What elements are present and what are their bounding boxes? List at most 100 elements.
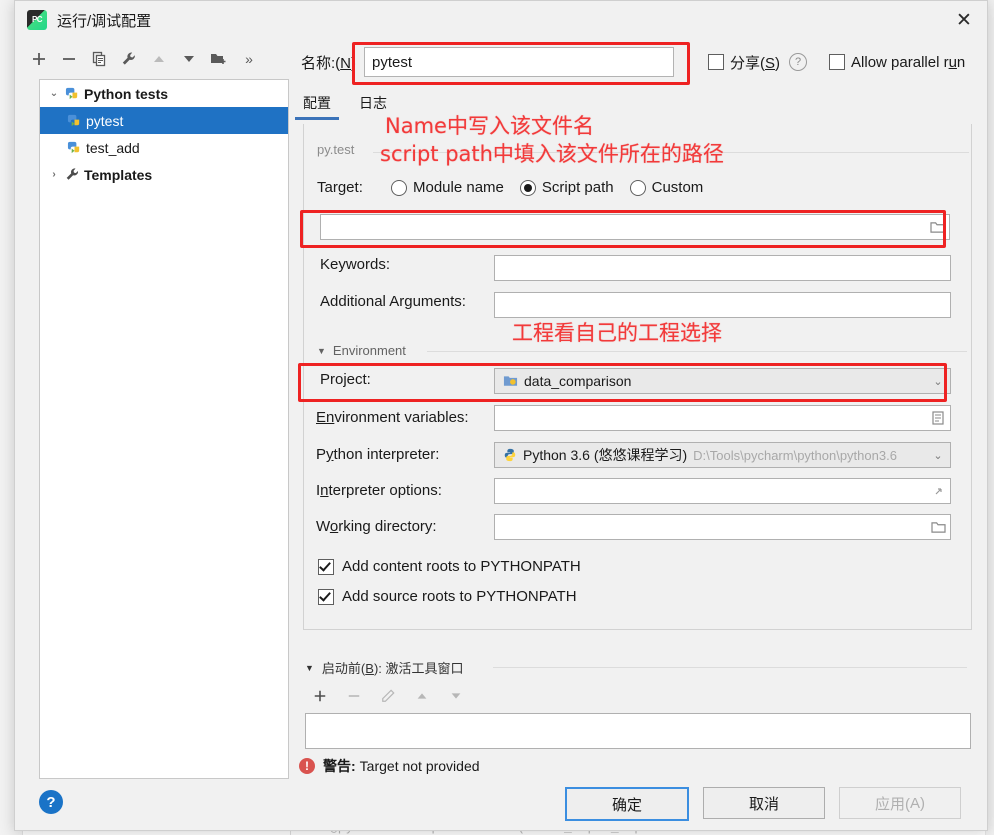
configurations-tree[interactable]: ⌄ Python tests pytest test_add › Templat… [39, 79, 289, 779]
environment-section-header[interactable]: ▼ Environment [317, 343, 406, 358]
add-content-roots-label: Add content roots to PYTHONPATH [342, 558, 581, 575]
python-interpreter-path-hint: D:\Tools\pycharm\python\python3.6 [693, 447, 897, 463]
python-interpreter-dropdown[interactable]: Python 3.6 (悠悠课程学习) D:\Tools\pycharm\pyt… [494, 442, 951, 468]
keywords-row: Keywords: [320, 256, 390, 273]
apply-button[interactable]: 应用(A) [839, 787, 961, 819]
help-icon[interactable]: ? [789, 53, 808, 71]
screen: @pytest.mark.parametrize("test_input_exp… [0, 0, 994, 835]
additional-arguments-input[interactable] [494, 292, 951, 318]
folder-icon[interactable] [929, 518, 947, 536]
tab-logs[interactable]: 日志 [359, 93, 387, 120]
before-launch-add-button[interactable] [308, 685, 332, 707]
interpreter-options-input[interactable] [494, 478, 951, 504]
expand-icon[interactable] [929, 482, 947, 500]
before-launch-header[interactable]: ▼ 启动前(B): 激活工具窗口 [305, 658, 464, 677]
before-launch-remove-button[interactable] [342, 685, 366, 707]
python-icon [503, 448, 517, 462]
python-interpreter-row: Python interpreter: [316, 446, 439, 463]
keywords-input[interactable] [494, 255, 951, 281]
add-source-roots-checkbox[interactable]: Add source roots to PYTHONPATH [318, 588, 577, 605]
before-launch-list[interactable] [305, 713, 971, 749]
add-configuration-button[interactable] [25, 46, 53, 72]
chevron-right-icon[interactable]: › [46, 169, 62, 180]
chevron-down-icon[interactable]: ⌄ [929, 372, 947, 390]
chevron-down-icon[interactable]: ⌄ [929, 446, 947, 464]
allow-parallel-run-label: Allow parallel run [851, 53, 966, 71]
chevron-down-icon[interactable]: ▼ [317, 346, 326, 356]
tree-node-python-tests[interactable]: ⌄ Python tests [40, 80, 288, 107]
add-source-roots-checkbox-box[interactable] [318, 588, 334, 605]
remove-configuration-button[interactable] [55, 46, 83, 72]
allow-parallel-run-checkbox-box[interactable] [829, 54, 846, 70]
radio-module-name[interactable] [391, 179, 407, 196]
configurations-toolbar: » [25, 43, 287, 75]
tree-node-label: test_add [86, 139, 140, 156]
project-value: data_comparison [524, 373, 632, 389]
radio-script-path[interactable] [519, 179, 536, 196]
help-button[interactable]: ? [39, 790, 63, 814]
target-label: Target: [317, 179, 363, 196]
warning-text: Target not provided [359, 758, 480, 774]
pycharm-icon: PC [27, 10, 47, 30]
dialog-button-bar: 确定 取消 应用(A) [565, 787, 961, 821]
dialog-title: 运行/调试配置 [57, 12, 152, 30]
environment-label: Environment [332, 343, 406, 358]
before-launch-divider [493, 667, 967, 668]
tab-configuration[interactable]: 配置 [295, 93, 339, 120]
cancel-button[interactable]: 取消 [703, 787, 825, 819]
project-dropdown[interactable]: data_comparison ⌄ [494, 368, 951, 394]
config-tabs: 配置 日志 [295, 93, 387, 120]
share-checkbox[interactable]: 分享(S) [708, 52, 780, 73]
tree-node-label: Templates [84, 166, 153, 183]
before-launch-move-down-arrow-icon[interactable] [444, 685, 468, 707]
chevron-down-icon[interactable]: ⌄ [46, 88, 62, 99]
additional-arguments-label: Additional Arguments: [320, 293, 466, 310]
target-row: Target: Module name Script path Custom [317, 179, 703, 196]
target-radio-label: Custom [651, 179, 704, 196]
more-options-button[interactable]: » [235, 46, 263, 72]
new-folder-icon[interactable] [205, 46, 233, 72]
before-launch-label: 启动前(B): 激活工具窗口 [321, 661, 464, 676]
before-launch-move-up-arrow-icon[interactable] [410, 685, 434, 707]
close-icon[interactable]: ✕ [941, 1, 987, 39]
project-row: Project: [320, 371, 371, 388]
name-label: 名称:(N) [301, 54, 357, 72]
additional-arguments-row: Additional Arguments: [320, 293, 466, 310]
target-radio-label: Module name [413, 179, 504, 196]
working-directory-input[interactable] [494, 514, 951, 540]
share-checkbox-box[interactable] [708, 54, 725, 70]
add-source-roots-label: Add source roots to PYTHONPATH [342, 588, 577, 605]
edit-templates-wrench-icon[interactable] [115, 46, 143, 72]
add-content-roots-checkbox-box[interactable] [318, 558, 334, 575]
add-content-roots-checkbox[interactable]: Add content roots to PYTHONPATH [318, 558, 581, 575]
tree-node-label: Python tests [84, 85, 169, 102]
allow-parallel-run-checkbox[interactable]: Allow parallel run [829, 54, 965, 71]
before-launch-edit-pencil-icon[interactable] [376, 685, 400, 707]
annotation-script-path: script path中填入该文件所在的路径 [380, 142, 724, 166]
list-edit-icon[interactable] [929, 409, 947, 427]
target-radio-custom[interactable]: Custom [629, 179, 704, 196]
working-directory-label: Working directory: [316, 518, 437, 535]
target-radio-script-path[interactable]: Script path [519, 179, 614, 196]
pytest-icon [64, 140, 84, 155]
target-radio-label: Script path [541, 179, 614, 196]
copy-configuration-button[interactable] [85, 46, 113, 72]
move-up-arrow-icon[interactable] [145, 46, 173, 72]
share-checkbox-label: 分享(S) [730, 54, 781, 72]
dialog-titlebar: PC 运行/调试配置 ✕ [15, 1, 987, 39]
folder-icon[interactable] [928, 218, 946, 236]
move-down-arrow-icon[interactable] [175, 46, 203, 72]
target-radio-module-name[interactable]: Module name [391, 179, 504, 196]
tree-node-templates[interactable]: › Templates [40, 161, 288, 188]
radio-custom[interactable] [629, 179, 646, 196]
project-icon [503, 374, 518, 388]
name-input[interactable] [364, 47, 675, 77]
tree-node-pytest[interactable]: pytest [40, 107, 288, 134]
environment-variables-input[interactable] [494, 405, 951, 431]
name-input-wrap [364, 47, 675, 77]
chevron-down-icon[interactable]: ▼ [305, 663, 314, 673]
ok-button[interactable]: 确定 [565, 787, 689, 821]
status-warning: ! 警告: Target not provided [299, 756, 480, 776]
target-path-input[interactable] [320, 214, 950, 240]
tree-node-test-add[interactable]: test_add [40, 134, 288, 161]
